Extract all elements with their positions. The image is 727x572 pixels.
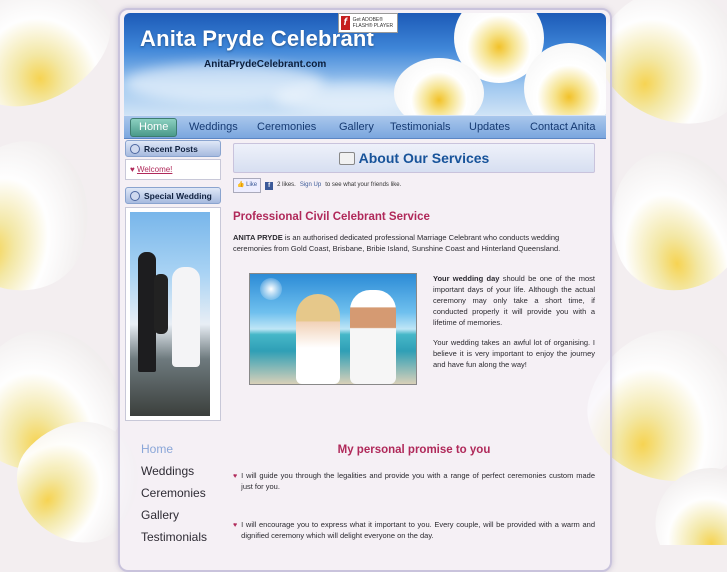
side-nav-gallery[interactable]: Gallery <box>141 508 207 522</box>
side-nav: Home Weddings Ceremonies Gallery Testimo… <box>141 442 207 552</box>
heart-icon: ♥ <box>233 473 238 480</box>
special-wedding-photo-frame <box>125 207 221 421</box>
fb-like-label: Like <box>246 182 258 188</box>
nav-testimonials[interactable]: Testimonials <box>390 116 451 138</box>
promise-item: ♥ I will encourage you to express what i… <box>233 519 595 541</box>
nav-updates[interactable]: Updates <box>469 116 510 138</box>
recent-posts-title: Recent Posts <box>144 143 198 154</box>
recent-posts-list: ♥ Welcome! <box>125 159 221 180</box>
recent-post-link[interactable]: ♥ Welcome! <box>126 160 220 179</box>
document-icon <box>338 151 355 165</box>
site-url: AnitaPrydeCelebrant.com <box>204 59 327 70</box>
nav-home[interactable]: Home <box>130 118 178 137</box>
feature-row: Your wedding day should be one of the mo… <box>233 273 595 385</box>
nav-weddings[interactable]: Weddings <box>189 116 238 138</box>
flash-player-badge[interactable]: f Get ADOBE® FLASH® PLAYER <box>338 13 398 33</box>
page-container: Anita Pryde Celebrant AnitaPrydeCelebran… <box>118 8 612 572</box>
paragraph-wedding-day: Your wedding day should be one of the mo… <box>433 273 595 328</box>
paragraph-organising: Your wedding takes an awful lot of organ… <box>433 338 595 369</box>
nav-contact-anita[interactable]: Contact Anita <box>530 116 595 138</box>
widget-icon <box>130 190 140 201</box>
promise-text: I will guide you through the legalities … <box>241 471 595 491</box>
flash-icon: f <box>341 16 350 30</box>
facebook-icon: f <box>265 181 274 190</box>
site-header: Anita Pryde Celebrant AnitaPrydeCelebran… <box>124 13 606 115</box>
special-wedding-photo[interactable] <box>130 212 210 416</box>
nav-ceremonies[interactable]: Ceremonies <box>257 116 316 138</box>
sidebar: Recent Posts ♥ Welcome! Special Wedding <box>125 140 221 421</box>
page-title: About Our Services <box>233 143 595 173</box>
intro-text: is an authorised dedicated professional … <box>233 233 561 253</box>
fb-like-count: 2 likes. <box>277 182 296 188</box>
fb-sign-up-link[interactable]: Sign Up <box>300 180 321 191</box>
main-nav: Home Weddings Ceremonies Gallery Testimo… <box>124 115 606 139</box>
side-nav-weddings[interactable]: Weddings <box>141 464 207 478</box>
section-title: Professional Civil Celebrant Service <box>233 211 430 223</box>
nav-gallery[interactable]: Gallery <box>339 116 374 138</box>
intro-paragraph: ANITA PRYDE is an authorised dedicated p… <box>233 232 595 254</box>
promise-item: ♥ I will guide you through the legalitie… <box>233 470 595 492</box>
recent-posts-header: Recent Posts <box>125 140 221 157</box>
special-wedding-title: Special Wedding <box>144 190 212 201</box>
beach-wedding-photo <box>249 273 417 385</box>
wedding-day-bold: Your wedding day <box>433 274 500 283</box>
promise-title: My personal promise to you <box>337 444 491 456</box>
flash-badge-text: Get ADOBE® FLASH® PLAYER <box>352 17 394 29</box>
special-wedding-header: Special Wedding <box>125 187 221 204</box>
side-nav-testimonials[interactable]: Testimonials <box>141 530 207 544</box>
feature-text: Your wedding day should be one of the mo… <box>433 273 595 385</box>
side-nav-ceremonies[interactable]: Ceremonies <box>141 486 207 500</box>
heart-icon: ♥ <box>233 522 238 529</box>
side-nav-home[interactable]: Home <box>141 442 207 456</box>
main-content: About Our Services 👍 Like f 2 likes. Sig… <box>233 143 595 541</box>
recent-post-label: Welcome! <box>136 165 173 174</box>
facebook-like-bar: 👍 Like f 2 likes. Sign Up to see what yo… <box>233 178 595 193</box>
fb-after-text: to see what your friends like. <box>325 182 402 188</box>
page-title-text: About Our Services <box>358 149 490 166</box>
intro-name: ANITA PRYDE <box>233 233 283 242</box>
fb-like-button[interactable]: 👍 Like <box>233 178 262 193</box>
widget-icon <box>130 143 140 154</box>
promise-text: I will encourage you to express what it … <box>241 520 595 540</box>
